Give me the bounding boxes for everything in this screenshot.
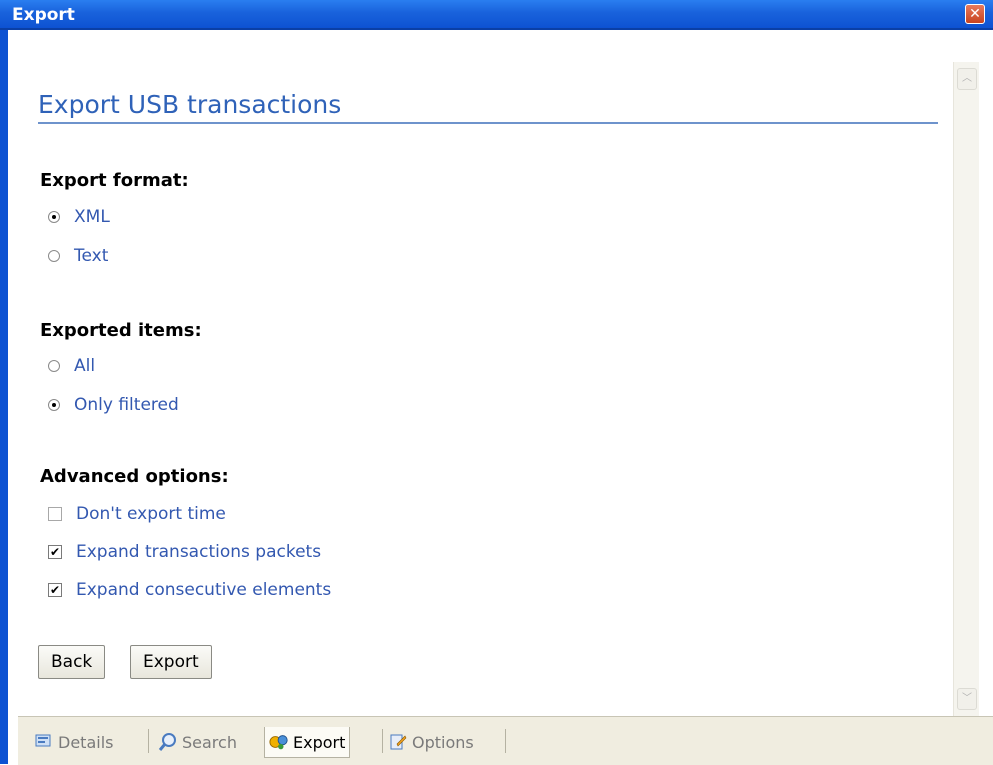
- scroll-up-button[interactable]: ︿: [957, 68, 977, 90]
- checkbox-dont-export-time[interactable]: Don't export time: [48, 502, 226, 526]
- radio-unselected-icon[interactable]: [48, 250, 60, 262]
- tab-separator: [148, 729, 149, 753]
- tab-label[interactable]: Search: [182, 733, 237, 752]
- search-icon: [158, 732, 178, 752]
- radio-selected-icon[interactable]: [48, 399, 60, 411]
- title-divider: [38, 122, 938, 124]
- tab-label[interactable]: Export: [293, 733, 345, 752]
- radio-items-only-filtered[interactable]: Only filtered: [48, 393, 179, 417]
- options-icon: [388, 732, 408, 752]
- radio-format-xml[interactable]: XML: [48, 205, 110, 229]
- advanced-options-heading: Advanced options:: [40, 466, 229, 487]
- export-panel: Export USB transactions Export format: X…: [18, 30, 953, 716]
- chevron-down-icon: ﹀: [962, 693, 972, 704]
- radio-label[interactable]: All: [74, 356, 95, 376]
- checkbox-expand-transactions-packets[interactable]: ✔ Expand transactions packets: [48, 540, 321, 564]
- checkbox-checked-icon[interactable]: ✔: [48, 545, 62, 559]
- checkbox-label[interactable]: Expand transactions packets: [76, 542, 321, 562]
- export-icon: [269, 732, 289, 752]
- scroll-down-button[interactable]: ﹀: [957, 688, 977, 710]
- page-title: Export USB transactions: [38, 90, 342, 119]
- details-icon: [34, 732, 54, 752]
- radio-label[interactable]: Text: [74, 246, 108, 266]
- tab-separator: [382, 729, 383, 753]
- exported-items-heading: Exported items:: [40, 320, 202, 341]
- tab-details[interactable]: Details: [34, 727, 113, 757]
- checkbox-expand-consecutive-elements[interactable]: ✔ Expand consecutive elements: [48, 578, 331, 602]
- bottom-tab-bar: Details Search Export Options: [18, 716, 993, 765]
- checkbox-unchecked-icon[interactable]: [48, 507, 62, 521]
- checkbox-label[interactable]: Expand consecutive elements: [76, 580, 331, 600]
- tab-options[interactable]: Options: [388, 727, 474, 757]
- tab-export[interactable]: Export: [264, 727, 351, 758]
- window-title: Export: [12, 5, 75, 25]
- tab-label[interactable]: Options: [412, 733, 474, 752]
- tab-search[interactable]: Search: [158, 727, 237, 757]
- checkbox-checked-icon[interactable]: ✔: [48, 583, 62, 597]
- radio-format-text[interactable]: Text: [48, 244, 108, 268]
- close-button[interactable]: ✕: [965, 4, 985, 24]
- export-button[interactable]: Export: [130, 645, 212, 679]
- radio-items-all[interactable]: All: [48, 354, 95, 378]
- export-format-heading: Export format:: [40, 170, 189, 191]
- window-frame-left: [0, 30, 8, 764]
- back-button[interactable]: Back: [38, 645, 106, 679]
- window-titlebar: Export ✕: [0, 0, 993, 30]
- radio-label[interactable]: XML: [74, 207, 110, 227]
- checkbox-label[interactable]: Don't export time: [76, 504, 226, 524]
- close-icon: ✕: [969, 6, 981, 22]
- tab-label[interactable]: Details: [58, 733, 113, 752]
- radio-label[interactable]: Only filtered: [74, 395, 179, 415]
- vertical-scrollbar[interactable]: ︿ ﹀: [953, 62, 979, 716]
- tab-separator: [505, 729, 506, 753]
- chevron-up-icon: ︿: [962, 73, 972, 84]
- radio-unselected-icon[interactable]: [48, 360, 60, 372]
- radio-selected-icon[interactable]: [48, 211, 60, 223]
